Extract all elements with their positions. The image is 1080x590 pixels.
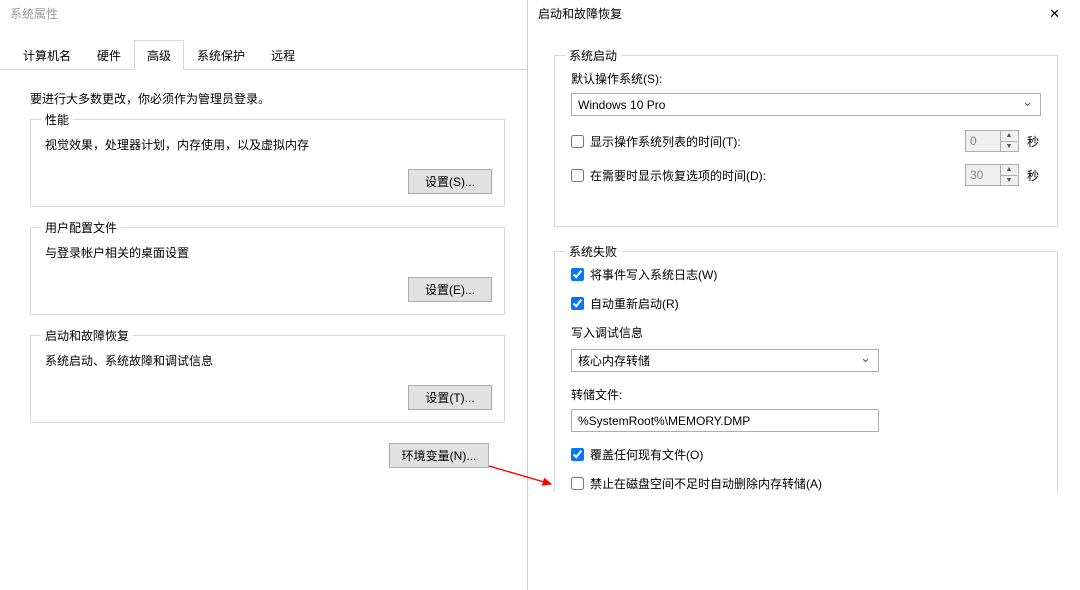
startup-recovery-settings-button[interactable]: 设置(T)... [408, 385, 492, 410]
performance-group: 性能 视觉效果，处理器计划，内存使用，以及虚拟内存 设置(S)... [30, 119, 505, 207]
recovery-time-unit: 秒 [1027, 167, 1041, 184]
spinner-down-icon[interactable]: ▼ [1001, 142, 1017, 152]
tab-advanced[interactable]: 高级 [134, 40, 184, 70]
advanced-tab-content: 要进行大多数更改，你必须作为管理员登录。 性能 视觉效果，处理器计划，内存使用，… [0, 70, 527, 468]
user-profile-title: 用户配置文件 [41, 219, 121, 236]
spinner-down-icon[interactable]: ▼ [1001, 176, 1017, 186]
dump-file-input[interactable] [571, 409, 879, 432]
show-os-list-label: 显示操作系统列表的时间(T): [590, 133, 741, 150]
right-titlebar: 启动和故障恢复 ✕ [528, 0, 1080, 27]
right-content: 系统启动 默认操作系统(S): Windows 10 Pro 显示操作系统列表的… [528, 27, 1080, 492]
dump-type-select[interactable]: 核心内存转储 [571, 349, 879, 372]
tab-system-protection[interactable]: 系统保护 [184, 40, 258, 70]
system-properties-window: 系统属性 计算机名 硬件 高级 系统保护 远程 要进行大多数更改，你必须作为管理… [0, 0, 528, 590]
tab-remote[interactable]: 远程 [258, 40, 308, 70]
startup-recovery-group: 启动和故障恢复 系统启动、系统故障和调试信息 设置(T)... [30, 335, 505, 423]
spinner-up-icon[interactable]: ▲ [1001, 165, 1017, 176]
environment-variables-button[interactable]: 环境变量(N)... [389, 443, 489, 468]
user-profile-settings-button[interactable]: 设置(E)... [408, 277, 492, 302]
spinner-up-icon[interactable]: ▲ [1001, 131, 1017, 142]
startup-recovery-dialog: 启动和故障恢复 ✕ 系统启动 默认操作系统(S): Windows 10 Pro… [528, 0, 1080, 590]
show-recovery-checkbox[interactable] [571, 169, 584, 182]
tab-computer-name[interactable]: 计算机名 [10, 40, 84, 70]
right-window-title: 启动和故障恢复 [538, 5, 622, 22]
user-profile-desc: 与登录帐户相关的桌面设置 [45, 244, 492, 261]
show-os-list-checkbox[interactable] [571, 135, 584, 148]
left-titlebar: 系统属性 [0, 0, 527, 27]
user-profile-group: 用户配置文件 与登录帐户相关的桌面设置 设置(E)... [30, 227, 505, 315]
debug-info-title: 写入调试信息 [571, 324, 1041, 341]
log-event-label: 将事件写入系统日志(W) [590, 266, 717, 283]
close-icon[interactable]: ✕ [1039, 6, 1070, 22]
system-failure-group: 系统失败 将事件写入系统日志(W) 自动重新启动(R) 写入调试信息 [554, 251, 1058, 492]
admin-note: 要进行大多数更改，你必须作为管理员登录。 [30, 90, 505, 107]
os-list-time-spinner[interactable]: ▲ ▼ [965, 130, 1019, 152]
os-list-time-input[interactable] [966, 131, 1000, 151]
system-startup-title: 系统启动 [565, 47, 621, 64]
startup-recovery-title: 启动和故障恢复 [41, 327, 133, 344]
os-list-time-unit: 秒 [1027, 133, 1041, 150]
left-window-title: 系统属性 [10, 5, 58, 22]
system-startup-group: 系统启动 默认操作系统(S): Windows 10 Pro 显示操作系统列表的… [554, 55, 1058, 227]
tab-hardware[interactable]: 硬件 [84, 40, 134, 70]
auto-restart-label: 自动重新启动(R) [590, 295, 679, 312]
auto-restart-checkbox[interactable] [571, 297, 584, 310]
overwrite-checkbox[interactable] [571, 448, 584, 461]
startup-recovery-desc: 系统启动、系统故障和调试信息 [45, 352, 492, 369]
performance-title: 性能 [41, 111, 73, 128]
tabstrip: 计算机名 硬件 高级 系统保护 远程 [0, 39, 527, 70]
show-recovery-label: 在需要时显示恢复选项的时间(D): [590, 167, 766, 184]
recovery-time-input[interactable] [966, 165, 1000, 185]
default-os-label: 默认操作系统(S): [571, 70, 1041, 87]
recovery-time-spinner[interactable]: ▲ ▼ [965, 164, 1019, 186]
system-failure-title: 系统失败 [565, 243, 621, 260]
overwrite-label: 覆盖任何现有文件(O) [590, 446, 703, 463]
default-os-select[interactable]: Windows 10 Pro [571, 93, 1041, 116]
disable-auto-delete-label: 禁止在磁盘空间不足时自动删除内存转储(A) [590, 475, 822, 492]
performance-desc: 视觉效果，处理器计划，内存使用，以及虚拟内存 [45, 136, 492, 153]
log-event-checkbox[interactable] [571, 268, 584, 281]
disable-auto-delete-checkbox[interactable] [571, 477, 584, 490]
dump-file-label: 转储文件: [571, 386, 1041, 403]
performance-settings-button[interactable]: 设置(S)... [408, 169, 492, 194]
